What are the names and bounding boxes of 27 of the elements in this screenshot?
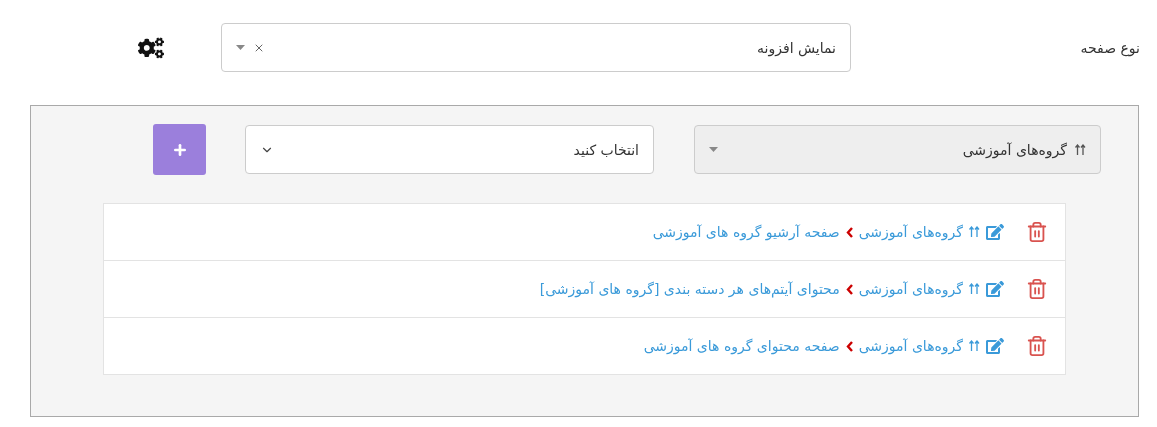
trash-icon[interactable] <box>1026 335 1048 357</box>
category-link[interactable]: گروه‌های آموزشی <box>858 281 963 297</box>
category-select[interactable]: گروه‌های آموزشی <box>694 125 1101 174</box>
item-select[interactable]: انتخاب کنید <box>245 125 654 174</box>
caret-icon <box>709 147 718 152</box>
plus-icon <box>171 141 188 158</box>
sort-icon[interactable] <box>969 283 980 295</box>
page-link[interactable]: محتوای آیتم‌های هر دسته بندی [گروه های آموزشی] <box>539 281 840 297</box>
trash-icon[interactable] <box>1026 221 1048 243</box>
edit-icon[interactable] <box>986 280 1004 298</box>
sort-icon[interactable] <box>969 340 980 352</box>
page-link[interactable]: صفحه محتوای گروه های آموزشی <box>643 338 840 354</box>
category-link[interactable]: گروه‌های آموزشی <box>858 338 963 354</box>
page-link[interactable]: صفحه آرشیو گروه های آموزشی <box>652 224 840 240</box>
sort-icon[interactable] <box>969 226 980 238</box>
chevron-icon <box>845 283 853 295</box>
add-button[interactable] <box>153 124 206 175</box>
category-link[interactable]: گروه‌های آموزشی <box>858 224 963 240</box>
page-type-select[interactable]: نمایش افزونه <box>221 23 851 72</box>
sort-icon <box>1075 143 1086 156</box>
chevron-icon <box>845 226 853 238</box>
caret-icon <box>236 45 245 50</box>
trash-icon[interactable] <box>1026 278 1048 300</box>
edit-icon[interactable] <box>986 223 1004 241</box>
edit-icon[interactable] <box>986 337 1004 355</box>
chevron-icon <box>845 340 853 352</box>
field-label: نوع صفحه <box>1079 39 1140 56</box>
